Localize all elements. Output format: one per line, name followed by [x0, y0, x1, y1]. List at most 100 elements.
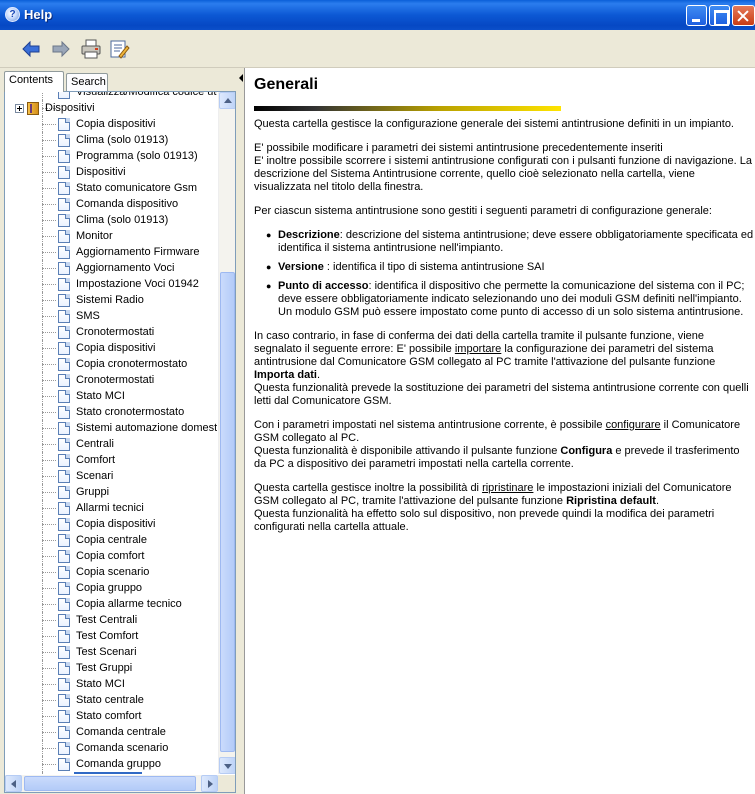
window-title: Help: [24, 7, 53, 22]
toolbar: [0, 30, 755, 68]
options-icon[interactable]: [108, 38, 130, 60]
tree-item-label: Antintrusione: [74, 772, 143, 774]
scroll-up-button[interactable]: [219, 92, 235, 109]
configurare-link[interactable]: configurare: [606, 419, 661, 431]
tree-item[interactable]: Comfort: [5, 452, 217, 468]
tree-item[interactable]: Comanda scenario: [5, 740, 217, 756]
tree-item-label: Allarmi tecnici: [76, 502, 144, 514]
tree-item[interactable]: Programma (solo 01913): [5, 148, 217, 164]
h-scroll-thumb[interactable]: [24, 776, 196, 791]
tree-item[interactable]: Stato MCI: [5, 388, 217, 404]
tree-vertical-scrollbar[interactable]: [218, 92, 235, 774]
tree-item[interactable]: Comanda gruppo: [5, 756, 217, 772]
tree-item[interactable]: Gruppi: [5, 484, 217, 500]
scroll-down-button[interactable]: [219, 757, 235, 774]
page-icon: [58, 726, 70, 739]
tree-item[interactable]: Cronotermostati: [5, 372, 217, 388]
tree-item[interactable]: Copia comfort: [5, 548, 217, 564]
tree-item[interactable]: Sistemi Radio: [5, 292, 217, 308]
page-icon: [58, 198, 70, 211]
tree-item[interactable]: Copia scenario: [5, 564, 217, 580]
tree-item[interactable]: Copia centrale: [5, 532, 217, 548]
forward-arrow-icon[interactable]: [50, 38, 72, 60]
tree-item-label: Copia comfort: [76, 550, 145, 562]
tab-contents[interactable]: Contents: [4, 71, 64, 92]
tree-item[interactable]: SMS: [5, 308, 217, 324]
tree-item[interactable]: Clima (solo 01913): [5, 132, 217, 148]
tree-item[interactable]: Allarmi tecnici: [5, 500, 217, 516]
title-bar[interactable]: ? Help: [0, 0, 755, 30]
tree-item[interactable]: Cronotermostati: [5, 324, 217, 340]
tree-item[interactable]: Aggiornamento Firmware: [5, 244, 217, 260]
tree-item[interactable]: Scenari: [5, 468, 217, 484]
tree-item-label: Stato comfort: [76, 710, 142, 722]
tree-item[interactable]: Stato cronotermostato: [5, 404, 217, 420]
tree-item-label: Gruppi: [76, 486, 110, 498]
tree-item[interactable]: Comanda dispositivo: [5, 196, 217, 212]
importare-link[interactable]: importare: [455, 343, 501, 355]
page-icon: [58, 150, 70, 163]
page-icon: [58, 614, 70, 627]
tree-item[interactable]: Comanda centrale: [5, 724, 217, 740]
tree-item[interactable]: Stato comunicatore Gsm: [5, 180, 217, 196]
tree-item[interactable]: Copia allarme tecnico: [5, 596, 217, 612]
tree-item[interactable]: Centrali: [5, 436, 217, 452]
scroll-left-button[interactable]: [5, 775, 22, 792]
scroll-corner: [218, 775, 235, 792]
tree-item[interactable]: Dispositivi: [5, 164, 217, 180]
tree-item-label: Comanda gruppo: [76, 758, 162, 770]
tree-item-label: Stato MCI: [76, 678, 125, 690]
scroll-right-button[interactable]: [201, 775, 218, 792]
page-icon: [58, 166, 70, 179]
tree-item[interactable]: Copia cronotermostato: [5, 356, 217, 372]
collapse-arrow-icon[interactable]: [239, 74, 243, 82]
tree-horizontal-scrollbar[interactable]: [5, 775, 235, 792]
tree-item-label: Copia dispositivi: [76, 518, 156, 530]
page-icon: [58, 422, 70, 435]
tree-item[interactable]: Stato comfort: [5, 708, 217, 724]
print-icon[interactable]: [80, 38, 102, 60]
tree-item[interactable]: Aggiornamento Voci: [5, 260, 217, 276]
tree-item[interactable]: Clima (solo 01913): [5, 212, 217, 228]
tree-item[interactable]: Stato centrale: [5, 692, 217, 708]
tree-item[interactable]: Monitor: [5, 228, 217, 244]
page-icon: [58, 662, 70, 675]
expand-plus-icon[interactable]: [15, 104, 24, 113]
tree-item[interactable]: Test Scenari: [5, 644, 217, 660]
tree-item-label: Test Gruppi: [76, 662, 133, 674]
tree-item-label: Copia scenario: [76, 566, 150, 578]
maximize-button[interactable]: [709, 5, 730, 26]
tree-item[interactable]: Copia dispositivi: [5, 340, 217, 356]
tree-item[interactable]: Stato MCI: [5, 676, 217, 692]
paragraph: E' possibile modificare i parametri dei …: [254, 142, 752, 193]
scroll-thumb[interactable]: [220, 272, 235, 752]
minimize-button[interactable]: [686, 5, 707, 26]
tab-search[interactable]: Search: [66, 73, 108, 91]
close-button[interactable]: [732, 5, 755, 26]
page-icon: [58, 710, 70, 723]
tree-item-label: Test Comfort: [76, 630, 139, 642]
page-icon: [58, 566, 70, 579]
tree-item[interactable]: Copia gruppo: [5, 580, 217, 596]
tree-item[interactable]: Antintrusione: [5, 772, 217, 774]
tree-item[interactable]: Copia dispositivi: [5, 516, 217, 532]
tree-item-label: Clima (solo 01913): [76, 134, 169, 146]
page-icon: [58, 214, 70, 227]
tree-item[interactable]: Copia dispositivi: [5, 116, 217, 132]
tree-item-label: Copia dispositivi: [76, 342, 156, 354]
tree-item[interactable]: Test Gruppi: [5, 660, 217, 676]
list-item: Descrizione: descrizione del sistema ant…: [266, 229, 754, 255]
tree-item[interactable]: Test Comfort: [5, 628, 217, 644]
tree-item[interactable]: Sistemi automazione domestica: [5, 420, 217, 436]
navigation-pane: Contents Search Visualizza/Modifica codi…: [0, 68, 238, 794]
paragraph: Questa cartella gestisce la configurazio…: [254, 118, 734, 130]
page-icon: [58, 182, 70, 195]
tree-item[interactable]: Dispositivi: [5, 100, 217, 116]
tree-item-partial[interactable]: Visualizza/Modifica codice utente: [5, 92, 217, 100]
ripristinare-link[interactable]: ripristinare: [482, 482, 533, 494]
tree-item-label: Test Centrali: [76, 614, 138, 626]
page-icon: [58, 630, 70, 643]
tree-item[interactable]: Test Centrali: [5, 612, 217, 628]
tree-item[interactable]: Impostazione Voci 01942: [5, 276, 217, 292]
back-arrow-icon[interactable]: [20, 38, 42, 60]
